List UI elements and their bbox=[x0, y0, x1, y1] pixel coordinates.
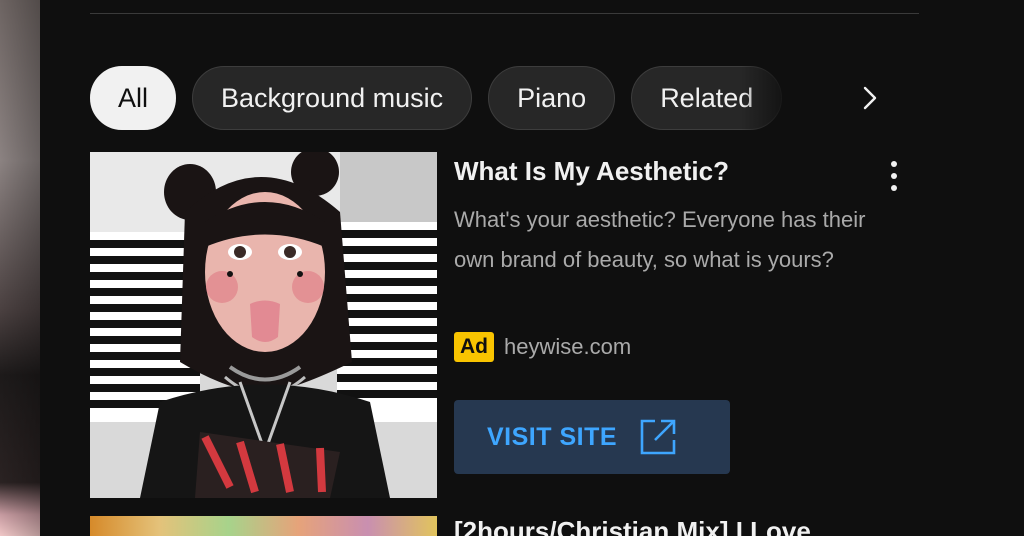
secondary-panel: All Background music Piano Related What … bbox=[40, 0, 1024, 536]
more-actions-button[interactable] bbox=[880, 156, 908, 196]
video-player-edge bbox=[0, 0, 40, 536]
visit-site-button[interactable]: VISIT SITE bbox=[454, 400, 730, 474]
ad-description: What's your aesthetic? Everyone has thei… bbox=[454, 207, 866, 272]
chips-next-button[interactable] bbox=[852, 80, 888, 116]
chip-piano[interactable]: Piano bbox=[488, 66, 616, 130]
next-video-thumbnail[interactable] bbox=[90, 516, 437, 536]
next-video-title[interactable]: [2hours/Christian Mix] I Love bbox=[454, 516, 811, 536]
divider bbox=[90, 13, 919, 14]
chip-all[interactable]: All bbox=[90, 66, 177, 130]
more-vert-icon-dot bbox=[891, 161, 897, 167]
chevron-right-icon bbox=[863, 86, 877, 110]
ad-sponsor-row: Ad heywise.com bbox=[454, 332, 631, 362]
chip-related[interactable]: Related bbox=[631, 65, 786, 133]
visit-site-label: VISIT SITE bbox=[487, 422, 618, 451]
chip-background-music[interactable]: Background music bbox=[192, 66, 473, 130]
chip-bar: All Background music Piano Related bbox=[90, 64, 880, 133]
external-link-icon bbox=[640, 419, 676, 455]
ad-thumbnail[interactable] bbox=[90, 152, 437, 498]
more-vert-icon-dot bbox=[891, 185, 897, 191]
ad-thumbnail-image bbox=[90, 152, 437, 498]
more-vert-icon-dot bbox=[891, 173, 897, 179]
ad-title[interactable]: What Is My Aesthetic? bbox=[454, 156, 729, 187]
ad-badge: Ad bbox=[454, 332, 494, 362]
ad-domain: heywise.com bbox=[504, 334, 632, 359]
